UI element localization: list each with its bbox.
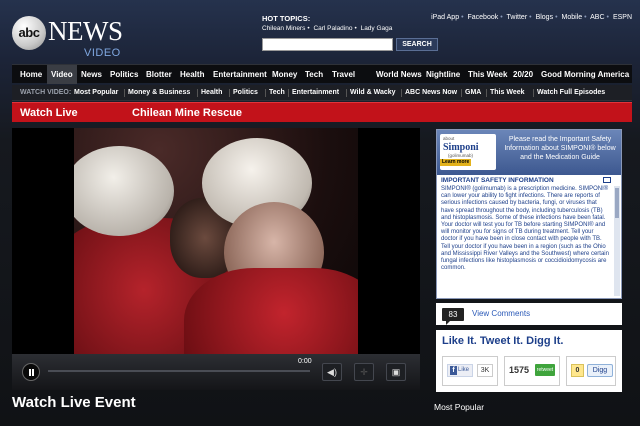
top-link-twitter[interactable]: Twitter [507,14,528,21]
player-controls: 0:00 ◀) ✛ ▣ [12,354,420,390]
subnav-most-popular[interactable]: Most Popular [74,85,118,101]
nav-blotter[interactable]: Blotter [142,65,176,84]
top-link-blogs[interactable]: Blogs [536,14,554,21]
comments-box: 83 View Comments [436,303,622,325]
search-input[interactable] [262,38,393,51]
subnav-watch-full-episodes[interactable]: Watch Full Episodes [537,85,605,101]
social-share-box: Like It. Tweet It. Digg It. Like 3K 1575… [436,330,622,392]
time-display: 0:00 [298,358,312,365]
nav-money[interactable]: Money [268,65,301,84]
nav-news[interactable]: News [77,65,106,84]
abc-news-logo[interactable]: abc NEWS VIDEO [12,14,132,59]
page-title: Watch Live Event [12,394,136,411]
video-figure-body-right [184,268,358,354]
top-link-espn[interactable]: ESPN [613,14,632,21]
live-bar: Watch Live Chilean Mine Rescue [12,102,632,122]
ad-about-text: about [443,136,455,141]
watch-video-subnav: WATCH VIDEO: Most Popular Money & Busine… [12,85,632,101]
hot-topic-link[interactable]: Lady Gaga [361,25,393,32]
retweet-button[interactable]: retweet [535,364,555,376]
watch-live-link[interactable]: Watch Live [20,103,78,123]
ad-scroll-thumb[interactable] [615,188,619,218]
top-link-facebook[interactable]: Facebook [468,14,499,21]
facebook-share: Like 3K [442,356,498,386]
nav-politics[interactable]: Politics [106,65,142,84]
ad-learn-more-button[interactable]: Learn more [440,159,472,166]
nav-world-news[interactable]: World News [372,65,426,84]
fullscreen-icon[interactable]: ▣ [386,363,406,381]
volume-icon[interactable]: ◀) [322,363,342,381]
subnav-gma[interactable]: GMA [465,85,481,101]
top-link-ipad-app[interactable]: iPad App [431,14,459,21]
hot-topic-link[interactable]: Carl Paladino [313,25,352,32]
nav-tech[interactable]: Tech [301,65,327,84]
simponi-advertisement[interactable]: about Simponi (golimumab) Learn more Ple… [436,129,622,299]
ad-brand-name: Simponi [443,142,479,153]
comment-count-badge: 83 [442,308,464,325]
hot-topics: HOT TOPICS: Chilean Miners • Carl Paladin… [262,14,442,34]
settings-icon[interactable]: ✛ [354,363,374,381]
facebook-like-count: 3K [477,364,493,377]
hot-topics-list: Chilean Miners • Carl Paladino • Lady Gaga [262,25,393,32]
ad-title[interactable]: Please read the Important Safety Informa… [499,135,621,162]
ad-scrollbar[interactable] [614,186,620,296]
subnav-tech[interactable]: Tech [269,85,285,101]
social-title: Like It. Tweet It. Digg It. [442,335,564,347]
search-button[interactable]: SEARCH [396,38,438,51]
page: abc NEWS VIDEO HOT TOPICS: Chilean Miner… [0,0,640,426]
ad-expand-icon[interactable] [603,177,611,183]
subnav-abc-news-now[interactable]: ABC News Now [405,85,457,101]
retweet-count: 1575 [509,365,530,375]
nav-nightline[interactable]: Nightline [422,65,464,84]
ad-body: SIMPONI® (golimumab) is a prescription m… [441,186,609,272]
subnav-this-week[interactable]: This Week [490,85,525,101]
subnav-wild-wacky[interactable]: Wild & Wacky [350,85,396,101]
nav-video[interactable]: Video [47,65,77,84]
subnav-entertainment[interactable]: Entertainment [292,85,339,101]
subnav-health[interactable]: Health [201,85,222,101]
progress-bar[interactable] [48,370,310,372]
top-link-mobile[interactable]: Mobile [561,14,582,21]
live-story-title[interactable]: Chilean Mine Rescue [132,103,242,123]
nav-this-week[interactable]: This Week [464,65,511,84]
video-frame[interactable] [74,128,358,354]
pause-button[interactable] [22,363,40,381]
nav-2020[interactable]: 20/20 [509,65,537,84]
twitter-share: 1575 retweet [504,356,560,386]
abc-logo-circle: abc [12,16,46,50]
ad-safety-title: IMPORTANT SAFETY INFORMATION [441,177,554,184]
hot-topics-label: HOT TOPICS: [262,14,311,23]
logo-news-text: NEWS [48,16,123,46]
hot-topic-link[interactable]: Chilean Miners [262,25,305,32]
view-comments-link[interactable]: View Comments [472,308,530,320]
nav-good-morning-america[interactable]: Good Morning America [537,65,633,84]
nav-health[interactable]: Health [176,65,208,84]
most-popular-heading: Most Popular [434,402,485,412]
digg-share: 0 Digg [566,356,616,386]
top-links: iPad App • Facebook • Twitter • Blogs • Mobi… [431,14,632,21]
nav-travel[interactable]: Travel [328,65,359,84]
digg-count: 0 [571,364,584,377]
video-player[interactable]: 0:00 ◀) ✛ ▣ [12,128,420,390]
logo-video-text: VIDEO [84,47,121,59]
top-link-abc[interactable]: ABC [590,14,604,21]
subnav-politics[interactable]: Politics [233,85,258,101]
nav-home[interactable]: Home [16,65,46,84]
ad-generic-name: (golimumab) [448,153,474,158]
facebook-like-button[interactable]: Like [447,364,473,377]
subnav-label: WATCH VIDEO: [20,89,72,96]
digg-button[interactable]: Digg [587,364,613,377]
main-nav: Home Video News Politics Blotter Health … [12,64,633,84]
ad-header: about Simponi (golimumab) Learn more Ple… [437,130,621,175]
nav-entertainment[interactable]: Entertainment [209,65,271,84]
subnav-money-business[interactable]: Money & Business [128,85,190,101]
